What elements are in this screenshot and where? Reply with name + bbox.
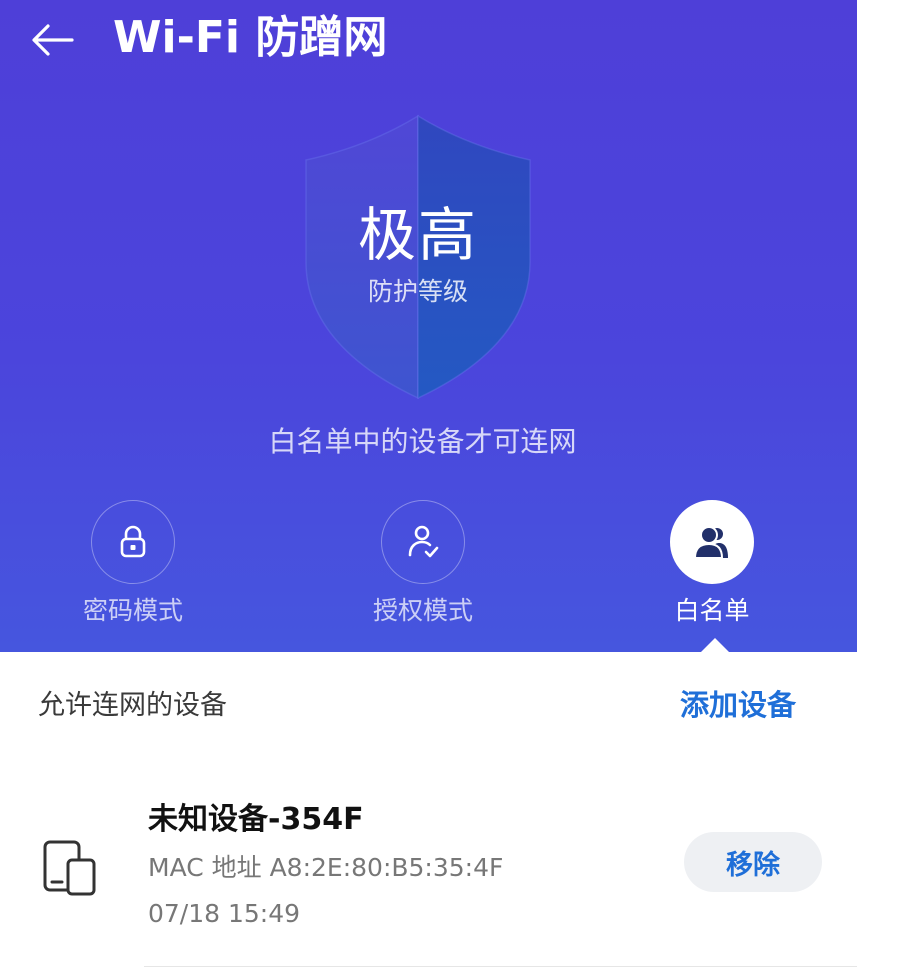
mode-password[interactable]: 密码模式 [43,500,223,630]
user-check-icon [408,525,439,558]
protection-level-label: 防护等级 [367,277,468,306]
users-icon [693,526,728,559]
mode-password-circle[interactable] [91,500,175,584]
protection-level: 极高 [357,201,478,269]
device-timestamp: 07/18 15:49 [148,899,301,928]
mode-authorization[interactable]: 授权模式 [333,500,513,630]
lock-icon [120,525,146,558]
mode-authorization-circle[interactable] [381,500,465,584]
devices-section-title: 允许连网的设备 [38,690,227,721]
right-margin [857,0,909,979]
list-item: 未知设备-354F MAC 地址 A8:2E:80:B5:35:4F 07/18… [0,790,857,940]
mode-whitelist-label: 白名单 [674,596,750,625]
devices-icon [42,838,100,896]
device-mac-address: MAC 地址 A8:2E:80:B5:35:4F [148,853,504,882]
page-title: Wi-Fi 防蹭网 [113,12,388,63]
divider [144,966,857,967]
device-name: 未知设备-354F [148,802,364,837]
mode-description: 白名单中的设备才可连网 [268,425,577,458]
back-arrow-icon[interactable] [28,20,76,60]
add-device-button[interactable]: 添加设备 [680,684,796,726]
active-mode-pointer [701,638,729,652]
mode-password-label: 密码模式 [82,596,183,625]
mode-whitelist[interactable]: 白名单 [622,500,802,630]
remove-button[interactable]: 移除 [684,832,822,892]
mode-whitelist-circle[interactable] [670,500,754,584]
mode-authorization-label: 授权模式 [372,596,473,625]
